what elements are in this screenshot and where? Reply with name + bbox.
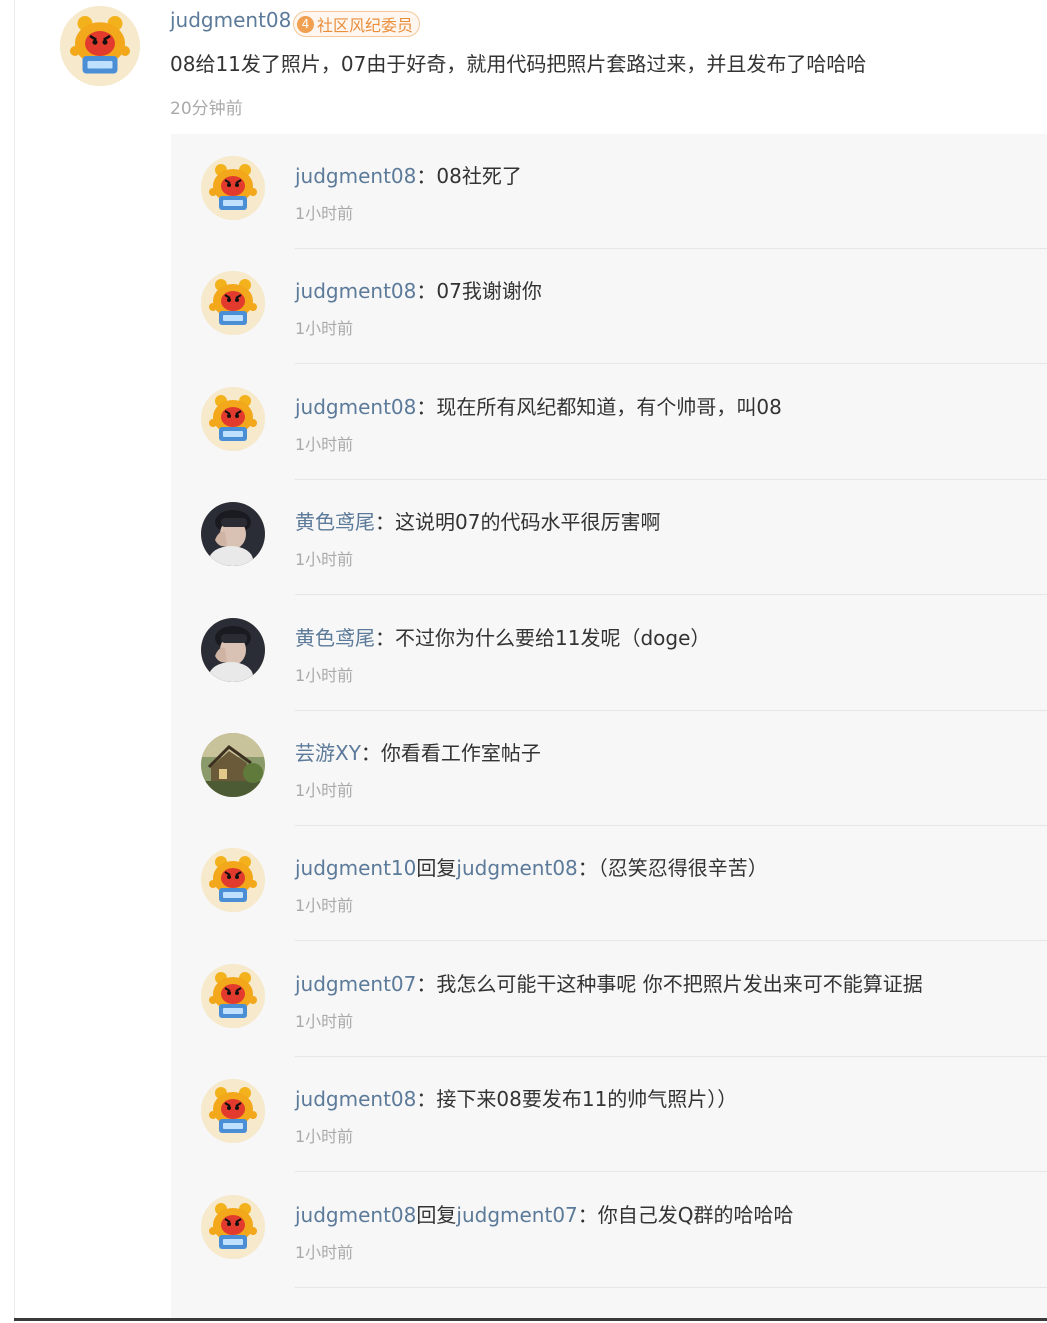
- reply-word: 回复: [416, 856, 457, 881]
- reply-separator: ：: [416, 279, 437, 304]
- cartoon-avatar-icon: [201, 848, 265, 913]
- reply-text: 现在所有风纪都知道，有个帅哥，叫08: [436, 394, 782, 419]
- reply-separator: ：: [416, 394, 437, 419]
- reply-separator: ：: [577, 856, 598, 881]
- reply-content: judgment08：07我谢谢你: [295, 275, 542, 304]
- reply-time: 1小时前: [295, 1127, 354, 1147]
- cartoon-avatar-icon: [201, 1194, 265, 1259]
- reply-username[interactable]: 黄色鸢尾: [295, 626, 375, 650]
- reply-time: 1小时前: [295, 665, 354, 685]
- avatar[interactable]: [201, 156, 265, 220]
- reply-username[interactable]: judgment08: [295, 395, 416, 419]
- cartoon-avatar-icon: [201, 1079, 265, 1144]
- comment-username[interactable]: judgment08: [170, 8, 291, 32]
- reply-username[interactable]: judgment08: [295, 164, 416, 188]
- reply-content: judgment08：现在所有风纪都知道，有个帅哥，叫08: [295, 391, 782, 420]
- reply-content: judgment08：08社死了: [295, 160, 522, 189]
- reply-time: 1小时前: [295, 319, 354, 339]
- reply-content: judgment07：我怎么可能干这种事呢 你不把照片发出来可不能算证据: [295, 968, 923, 997]
- reply-content: 黄色鸢尾：不过你为什么要给11发呢（doge）: [295, 622, 710, 651]
- reply-text: 接下来08要发布11的帅气照片））: [436, 1087, 738, 1112]
- avatar[interactable]: [201, 502, 265, 567]
- reply-separator: ：: [375, 510, 395, 535]
- cartoon-avatar-icon: [201, 963, 265, 1028]
- reply-item: judgment08回复judgment07：你自己发Q群的哈哈哈 1小时前: [171, 1173, 1047, 1288]
- reply-item: judgment07：我怎么可能干这种事呢 你不把照片发出来可不能算证据 1小时前: [171, 942, 1047, 1057]
- badge-label: 社区风纪委员: [317, 16, 414, 35]
- reply-username[interactable]: 芸游XY: [295, 741, 361, 765]
- reply-item: judgment08：接下来08要发布11的帅气照片）） 1小时前: [171, 1057, 1047, 1173]
- comment-time: 20分钟前: [170, 99, 243, 119]
- avatar[interactable]: [201, 733, 265, 797]
- cartoon-avatar-icon: [60, 6, 140, 86]
- cartoon-avatar-icon: [201, 386, 265, 451]
- reply-content: 黄色鸢尾：这说明07的代码水平很厉害啊: [295, 506, 660, 535]
- person-avatar-icon: [201, 502, 265, 567]
- avatar[interactable]: [201, 963, 265, 1028]
- avatar[interactable]: [201, 386, 265, 451]
- bottom-border: [14, 1318, 1047, 1321]
- reply-time: 1小时前: [295, 1011, 354, 1031]
- avatar[interactable]: [201, 1079, 265, 1144]
- reply-content: 芸游XY：你看看工作室帖子: [295, 737, 541, 766]
- reply-text: 你看看工作室帖子: [380, 741, 541, 765]
- reply-content: judgment08回复judgment07：你自己发Q群的哈哈哈: [295, 1199, 794, 1228]
- avatar[interactable]: [60, 6, 140, 86]
- reply-item: judgment10回复judgment08：（忍笑忍得很辛苦） 1小时前: [171, 826, 1047, 942]
- reply-time: 1小时前: [295, 204, 354, 223]
- reply-time: 1小时前: [295, 896, 354, 916]
- reply-separator: ：: [360, 741, 381, 765]
- reply-separator: ：: [375, 625, 395, 650]
- reply-list: judgment08：08社死了 1小时前 judgment08：07我谢谢你 1小…: [171, 134, 1047, 1318]
- cartoon-avatar-icon: [201, 271, 265, 336]
- reply-time: 1小时前: [295, 1242, 354, 1262]
- reply-time: 1小时前: [295, 434, 354, 454]
- reply-separator: ：: [416, 1087, 437, 1112]
- person-avatar-icon: [201, 617, 265, 682]
- reply-time: 1小时前: [295, 781, 354, 800]
- reply-divider: [295, 1286, 1047, 1288]
- level-icon: 4: [297, 15, 314, 33]
- reply-text: 我怎么可能干这种事呢 你不把照片发出来可不能算证据: [436, 971, 923, 996]
- reply-item: judgment08：现在所有风纪都知道，有个帅哥，叫08 1小时前: [171, 365, 1047, 480]
- reply-username[interactable]: judgment08: [295, 279, 416, 303]
- avatar[interactable]: [201, 848, 265, 913]
- reply-separator: ：: [416, 971, 437, 996]
- reply-time: 1小时前: [295, 550, 354, 570]
- reply-item: 芸游XY：你看看工作室帖子 1小时前: [171, 711, 1047, 826]
- reply-username[interactable]: judgment10: [295, 856, 416, 880]
- reply-username[interactable]: judgment07: [295, 972, 416, 996]
- reply-item: 黄色鸢尾：这说明07的代码水平很厉害啊 1小时前: [171, 480, 1047, 596]
- reply-text: 你自己发Q群的哈哈哈: [597, 1202, 794, 1227]
- left-divider: [14, 0, 15, 1323]
- reply-target-username[interactable]: judgment08: [456, 856, 577, 880]
- cartoon-avatar-icon: [201, 156, 265, 220]
- main-comment: judgment08 4 社区风纪委员 08给11发了照片，07由于好奇，就用代…: [0, 0, 1047, 130]
- reply-text: 不过你为什么要给11发呢（doge）: [395, 625, 711, 650]
- reply-username[interactable]: judgment08: [295, 1087, 416, 1111]
- reply-item: judgment08：08社死了 1小时前: [171, 134, 1047, 249]
- reply-content: judgment10回复judgment08：（忍笑忍得很辛苦）: [295, 852, 768, 881]
- avatar[interactable]: [201, 617, 265, 682]
- reply-item: judgment08：07我谢谢你 1小时前: [171, 249, 1047, 365]
- reply-username[interactable]: 黄色鸢尾: [295, 510, 375, 534]
- comment-text: 08给11发了照片，07由于好奇，就用代码把照片套路过来，并且发布了哈哈哈: [170, 52, 867, 76]
- reply-text: （忍笑忍得很辛苦）: [597, 856, 768, 881]
- avatar[interactable]: [201, 1194, 265, 1259]
- reply-text: 这说明07的代码水平很厉害啊: [395, 510, 661, 535]
- reply-text: 08社死了: [436, 164, 522, 188]
- reply-username[interactable]: judgment08: [295, 1203, 416, 1227]
- avatar[interactable]: [201, 271, 265, 336]
- reply-item: 黄色鸢尾：不过你为什么要给11发呢（doge） 1小时前: [171, 596, 1047, 711]
- reply-text: 07我谢谢你: [436, 279, 542, 304]
- reply-content: judgment08：接下来08要发布11的帅气照片））: [295, 1083, 737, 1112]
- scenery-avatar-icon: [201, 733, 265, 797]
- role-badge: 4 社区风纪委员: [293, 11, 421, 37]
- reply-target-username[interactable]: judgment07: [456, 1203, 577, 1227]
- reply-separator: ：: [416, 164, 437, 188]
- reply-word: 回复: [416, 1202, 457, 1227]
- reply-separator: ：: [577, 1202, 598, 1227]
